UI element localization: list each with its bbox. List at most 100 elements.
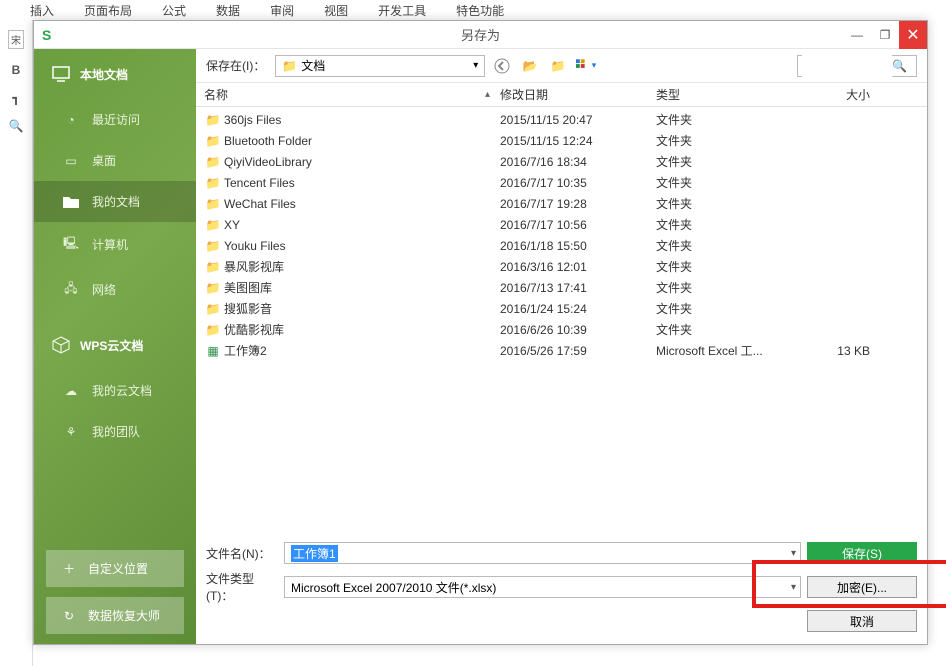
sidebar-item-mydocs[interactable]: 我的文档 [34, 181, 196, 222]
cancel-button[interactable]: 取消 [807, 610, 917, 632]
sidebar-item-desktop[interactable]: ▭ 桌面 [34, 140, 196, 181]
filetype-label: 文件类型(T)： [206, 570, 278, 604]
col-date[interactable]: 修改日期 [500, 86, 656, 103]
file-date: 2016/6/26 10:39 [500, 323, 656, 337]
file-row[interactable]: 📁暴风影视库2016/3/16 12:01文件夹 [204, 256, 927, 277]
search-mag-icon[interactable]: 🔍 [9, 119, 24, 133]
view-mode-button[interactable]: ▾ [575, 55, 597, 77]
encrypt-button[interactable]: 加密(E)... [807, 576, 917, 598]
plus-icon: ＋ [60, 560, 78, 577]
sidebar-item-label: 计算机 [92, 236, 128, 253]
sidebar-item-label: 最近访问 [92, 111, 140, 128]
desktop-icon: ▭ [62, 154, 80, 168]
file-row[interactable]: 📁Bluetooth Folder2015/11/15 12:24文件夹 [204, 130, 927, 151]
restore-button[interactable]: ❐ [871, 21, 899, 49]
file-size: 13 KB [784, 344, 884, 358]
file-date: 2016/5/26 17:59 [500, 344, 656, 358]
sidebar-item-network[interactable]: 🖧 网络 [34, 267, 196, 312]
file-name: 优酷影视库 [222, 321, 500, 338]
file-row[interactable]: 📁WeChat Files2016/7/17 19:28文件夹 [204, 193, 927, 214]
file-row[interactable]: 📁Tencent Files2016/7/17 10:35文件夹 [204, 172, 927, 193]
file-name: XY [222, 218, 500, 232]
filename-input[interactable]: 工作簿1 ▾ [284, 542, 801, 564]
tab-page-layout[interactable]: 页面布局 [84, 2, 132, 19]
team-icon: ⚘ [62, 425, 80, 439]
minimize-button[interactable]: — [843, 21, 871, 49]
tab-insert[interactable]: 插入 [30, 2, 54, 19]
file-name: 360js Files [222, 113, 500, 127]
tab-view[interactable]: 视图 [324, 2, 348, 19]
divider-icon: ┓ [12, 91, 19, 105]
col-name[interactable]: 名称▴ [204, 86, 500, 103]
file-type: 文件夹 [656, 321, 784, 338]
folder-icon: 📁 [204, 281, 222, 295]
file-name: 工作簿2 [222, 342, 500, 359]
sidebar-item-computer[interactable]: 🖳 计算机 [34, 222, 196, 267]
file-date: 2015/11/15 20:47 [500, 113, 656, 127]
tab-formula[interactable]: 公式 [162, 2, 186, 19]
search-icon: 🔍 [892, 59, 907, 73]
chevron-down-icon: ▾ [791, 582, 796, 593]
search-box[interactable]: 🔍 [797, 55, 917, 77]
app-icon: S [42, 27, 51, 43]
file-row[interactable]: 📁QiyiVideoLibrary2016/7/16 18:34文件夹 [204, 151, 927, 172]
sidebar: 本地文档 ◔ 最近访问 ▭ 桌面 我的文档 🖳 计算机 🖧 [34, 49, 196, 644]
file-type: 文件夹 [656, 132, 784, 149]
clock-icon: ◔ [62, 113, 80, 127]
tab-review[interactable]: 审阅 [270, 2, 294, 19]
file-date: 2016/7/17 19:28 [500, 197, 656, 211]
chevron-down-icon: ▾ [592, 60, 597, 71]
sidebar-item-recent[interactable]: ◔ 最近访问 [34, 99, 196, 140]
file-name: QiyiVideoLibrary [222, 155, 500, 169]
up-folder-button[interactable]: 📂 [519, 55, 541, 77]
file-row[interactable]: 📁360js Files2015/11/15 20:47文件夹 [204, 109, 927, 130]
tab-features[interactable]: 特色功能 [456, 2, 504, 19]
file-date: 2016/3/16 12:01 [500, 260, 656, 274]
folder-icon: 📁 [204, 218, 222, 232]
save-in-label: 保存在(I)： [206, 57, 265, 74]
toolbar: 保存在(I)： 📁 文档 ▾ 📂 📁 ▾ 🔍 [196, 49, 927, 83]
col-size[interactable]: 大小 [784, 86, 884, 103]
folder-icon: 📁 [204, 239, 222, 253]
refresh-icon: ↻ [60, 609, 78, 623]
sidebar-item-myclouddocs[interactable]: ☁ 我的云文档 [34, 370, 196, 411]
save-button[interactable]: 保存(S) [807, 542, 917, 564]
file-row[interactable]: ▦工作簿22016/5/26 17:59Microsoft Excel 工...… [204, 340, 927, 361]
file-date: 2016/1/24 15:24 [500, 302, 656, 316]
file-row[interactable]: 📁美图图库2016/7/13 17:41文件夹 [204, 277, 927, 298]
tab-data[interactable]: 数据 [216, 2, 240, 19]
file-type: 文件夹 [656, 279, 784, 296]
file-type: 文件夹 [656, 153, 784, 170]
file-date: 2016/1/18 15:50 [500, 239, 656, 253]
file-row[interactable]: 📁优酷影视库2016/6/26 10:39文件夹 [204, 319, 927, 340]
file-type: Microsoft Excel 工... [656, 342, 784, 359]
network-icon: 🖧 [62, 279, 80, 300]
file-row[interactable]: 📁XY2016/7/17 10:56文件夹 [204, 214, 927, 235]
sidebar-header-cloud: WPS云文档 [34, 320, 196, 370]
file-list: 📁360js Files2015/11/15 20:47文件夹📁Bluetoot… [196, 107, 927, 528]
folder-icon: 📁 [204, 323, 222, 337]
folder-icon: 📁 [204, 197, 222, 211]
col-type[interactable]: 类型 [656, 86, 784, 103]
close-button[interactable]: ✕ [899, 21, 927, 49]
file-row[interactable]: 📁Youku Files2016/1/18 15:50文件夹 [204, 235, 927, 256]
custom-location-button[interactable]: ＋ 自定义位置 [46, 550, 184, 587]
titlebar: S 另存为 — ❐ ✕ [34, 21, 927, 49]
location-select[interactable]: 📁 文档 ▾ [275, 55, 485, 77]
new-folder-button[interactable]: 📁 [547, 55, 569, 77]
column-headers: 名称▴ 修改日期 类型 大小 [196, 83, 927, 107]
file-row[interactable]: 📁搜狐影音2016/1/24 15:24文件夹 [204, 298, 927, 319]
main-panel: 保存在(I)： 📁 文档 ▾ 📂 📁 ▾ 🔍 [196, 49, 927, 644]
file-name: Youku Files [222, 239, 500, 253]
tab-devtools[interactable]: 开发工具 [378, 2, 426, 19]
sidebar-item-myteam[interactable]: ⚘ 我的团队 [34, 411, 196, 452]
bold-button[interactable]: B [12, 63, 21, 77]
data-recovery-button[interactable]: ↻ 数据恢复大师 [46, 597, 184, 634]
filetype-select[interactable]: Microsoft Excel 2007/2010 文件(*.xlsx) ▾ [284, 576, 801, 598]
back-button[interactable] [491, 55, 513, 77]
search-input[interactable] [802, 55, 892, 77]
folder-icon: 📁 [204, 176, 222, 190]
sidebar-item-label: 网络 [92, 281, 116, 298]
file-date: 2016/7/17 10:56 [500, 218, 656, 232]
font-selector[interactable]: 宋 [8, 30, 24, 49]
